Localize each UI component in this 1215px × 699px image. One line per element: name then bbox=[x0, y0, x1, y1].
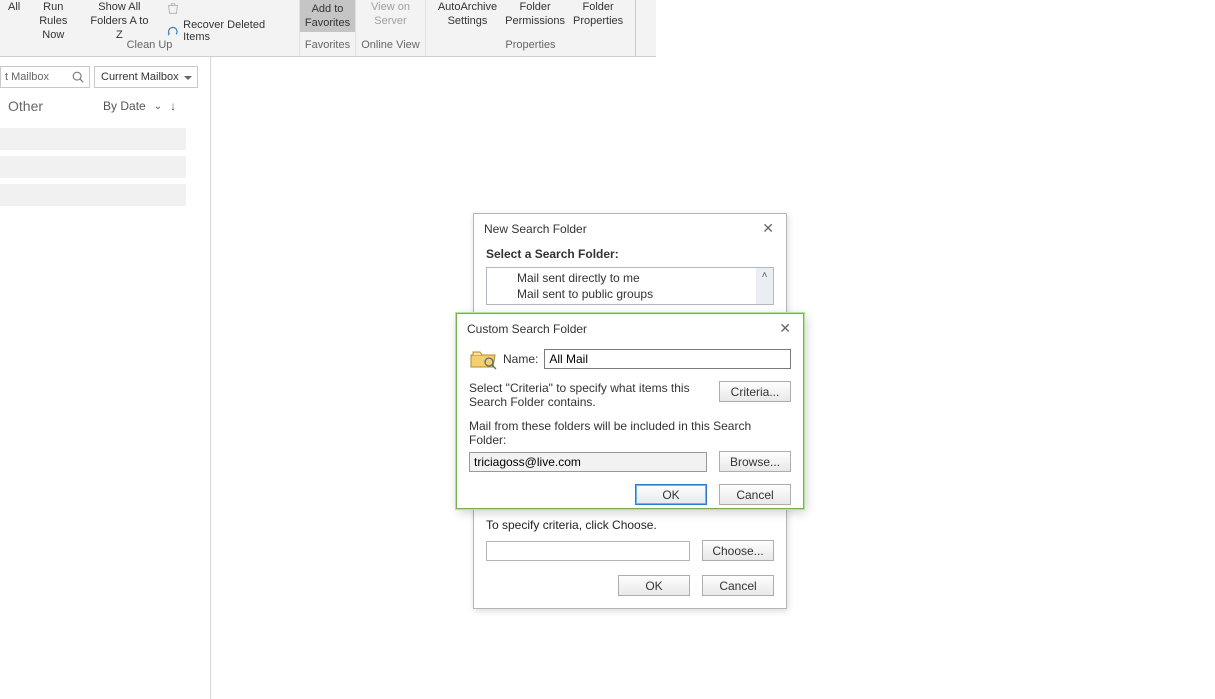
add-to-favorites-button[interactable]: Add to Favorites bbox=[300, 0, 355, 32]
label: Recover Deleted Items bbox=[183, 19, 292, 43]
ok-button[interactable]: OK bbox=[635, 484, 707, 505]
folders-path-input bbox=[469, 452, 707, 472]
pane-divider[interactable] bbox=[210, 57, 211, 699]
search-folder-list[interactable]: Mail sent directly to me Mail sent to pu… bbox=[486, 267, 774, 305]
heading: Select a Search Folder: bbox=[486, 247, 774, 261]
label: Favorites bbox=[305, 16, 350, 30]
label: Folder bbox=[519, 0, 550, 14]
tab-other[interactable]: Other bbox=[8, 98, 43, 114]
cancel-button[interactable]: Cancel bbox=[702, 575, 774, 596]
group-label: Properties bbox=[505, 35, 555, 53]
list-item[interactable] bbox=[0, 156, 186, 178]
browse-button[interactable]: Browse... bbox=[719, 451, 791, 472]
folders-text: Mail from these folders will be included… bbox=[469, 419, 791, 447]
group-label: Favorites bbox=[305, 35, 350, 53]
label: Add to bbox=[312, 2, 344, 16]
autoarchive-settings-button[interactable]: AutoArchive Settings bbox=[434, 0, 501, 28]
group-label: Online View bbox=[361, 35, 420, 53]
folder-properties-button[interactable]: Folder Properties bbox=[569, 0, 627, 28]
search-scope-dropdown[interactable]: Current Mailbox bbox=[94, 66, 198, 88]
chevron-down-icon[interactable]: ⌄ bbox=[154, 101, 162, 112]
label: Now bbox=[42, 28, 64, 42]
specify-label: To specify criteria, click Choose. bbox=[486, 518, 774, 532]
label: Settings bbox=[448, 14, 488, 28]
criteria-text: Select "Criteria" to specify what items … bbox=[469, 381, 707, 409]
delete-icon bbox=[166, 1, 180, 15]
list-item[interactable] bbox=[0, 128, 186, 150]
cancel-button[interactable]: Cancel bbox=[719, 484, 791, 505]
dialog-title: Custom Search Folder bbox=[467, 322, 587, 336]
label bbox=[13, 14, 16, 28]
view-on-server-button: View on Server bbox=[367, 0, 414, 28]
name-label: Name: bbox=[503, 352, 538, 366]
label: Current Mailbox bbox=[101, 71, 179, 83]
run-rules-now-button[interactable]: Run Rules Now bbox=[24, 0, 82, 42]
ribbon-group-properties: AutoArchive Settings Folder Permissions … bbox=[426, 0, 636, 56]
label: Server bbox=[374, 14, 406, 28]
ribbon-group-onlineview: View on Server Online View bbox=[356, 0, 426, 56]
label: AutoArchive bbox=[438, 0, 497, 14]
criteria-display bbox=[486, 541, 690, 561]
search-icon[interactable] bbox=[71, 70, 85, 84]
label: All bbox=[8, 0, 20, 14]
delete-all-button[interactable]: Delete All bbox=[163, 0, 296, 16]
group-label: Clean Up bbox=[127, 35, 173, 53]
custom-search-folder-dialog: Custom Search Folder ✕ Name: Select "Cri… bbox=[456, 313, 804, 509]
choose-button[interactable]: Choose... bbox=[702, 540, 774, 561]
dialog-titlebar: Custom Search Folder ✕ bbox=[457, 314, 803, 343]
sort-direction-icon[interactable]: ↓ bbox=[170, 99, 176, 113]
dialog-title: New Search Folder bbox=[484, 222, 587, 236]
ribbon-group-cleanup: All Run Rules Now Show All Folders A to … bbox=[0, 0, 300, 56]
label: Permissions bbox=[505, 14, 565, 28]
close-icon[interactable]: ✕ bbox=[758, 220, 778, 237]
folder-permissions-button[interactable]: Folder Permissions bbox=[501, 0, 569, 28]
label: Show All bbox=[98, 0, 140, 14]
list-item[interactable]: Mail sent directly to me bbox=[487, 270, 756, 286]
criteria-button[interactable]: Criteria... bbox=[719, 381, 791, 402]
ok-button[interactable]: OK bbox=[618, 575, 690, 596]
list-item[interactable] bbox=[0, 184, 186, 206]
ribbon: All Run Rules Now Show All Folders A to … bbox=[0, 0, 656, 57]
all-button[interactable]: All bbox=[4, 0, 24, 28]
label: View on bbox=[371, 0, 410, 14]
search-folder-icon bbox=[469, 347, 497, 371]
label: Run Rules bbox=[28, 0, 78, 28]
dialog-titlebar: New Search Folder ✕ bbox=[474, 214, 786, 243]
recover-deleted-button[interactable]: Recover Deleted Items bbox=[163, 18, 296, 44]
label: Folder bbox=[583, 0, 614, 14]
label: Properties bbox=[573, 14, 623, 28]
message-list bbox=[0, 128, 186, 212]
ribbon-group-favorites: Add to Favorites Favorites bbox=[300, 0, 356, 56]
close-icon[interactable]: ✕ bbox=[775, 320, 795, 337]
search-row: Current Mailbox bbox=[0, 65, 198, 89]
scroll-up-icon[interactable]: ˄ bbox=[756, 268, 773, 304]
list-item[interactable]: Mail sent to public groups bbox=[487, 286, 756, 302]
sort-by-date[interactable]: By Date bbox=[103, 99, 146, 113]
name-input[interactable] bbox=[544, 349, 791, 369]
message-tabs: Other By Date ⌄ ↓ bbox=[8, 98, 176, 114]
